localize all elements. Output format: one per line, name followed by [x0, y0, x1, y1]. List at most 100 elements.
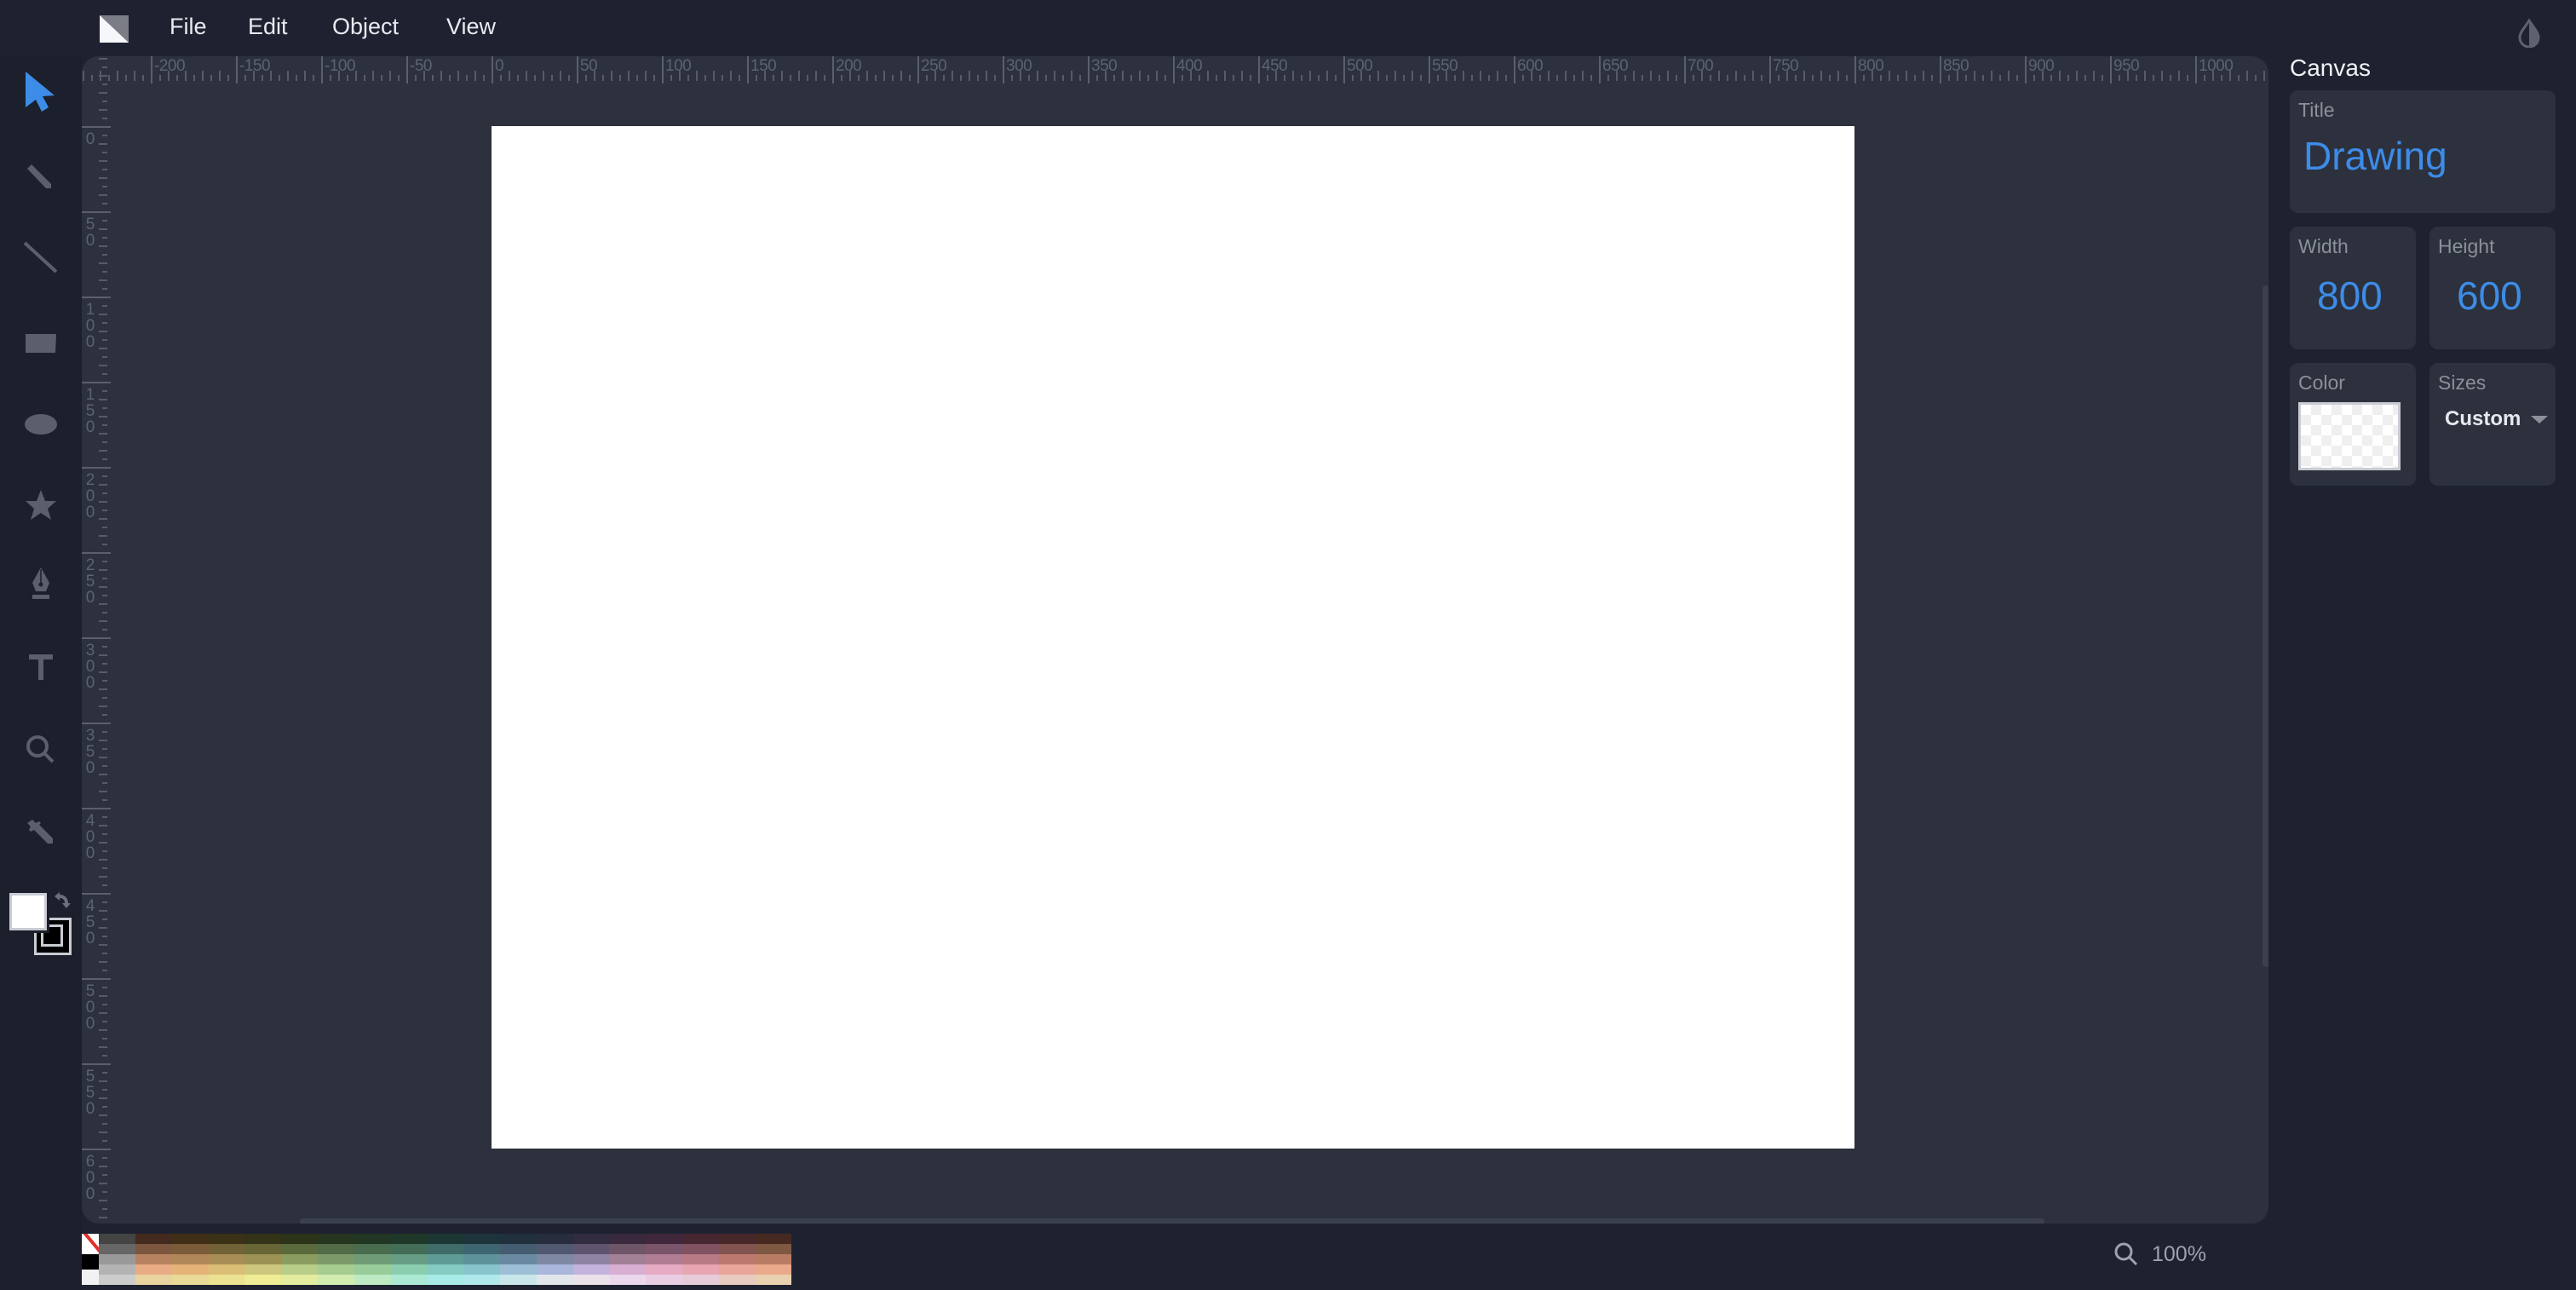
tool-pen[interactable]: [15, 559, 66, 610]
palette-swatch[interactable]: [135, 1275, 172, 1285]
palette-swatch[interactable]: [99, 1264, 135, 1275]
theme-toggle-icon[interactable]: [2516, 19, 2542, 48]
palette-swatch[interactable]: [244, 1244, 282, 1254]
palette-swatch[interactable]: [646, 1244, 682, 1254]
swap-colors-icon[interactable]: [51, 890, 73, 912]
palette-swatch[interactable]: [281, 1244, 318, 1254]
palette-swatch[interactable]: [317, 1264, 354, 1275]
color-field[interactable]: Color: [2290, 363, 2416, 486]
fill-color-swatch[interactable]: [9, 893, 47, 930]
palette-swatch[interactable]: [609, 1275, 647, 1285]
palette-swatch[interactable]: [755, 1264, 792, 1275]
palette-swatch[interactable]: [281, 1264, 318, 1275]
zoom-level[interactable]: 100%: [2152, 1242, 2206, 1267]
palette-swatch[interactable]: [499, 1275, 537, 1285]
height-input[interactable]: 600: [2457, 273, 2522, 319]
palette-swatch[interactable]: [646, 1264, 682, 1275]
palette-swatch[interactable]: [646, 1275, 682, 1285]
menu-file[interactable]: File: [170, 14, 207, 40]
palette-swatch[interactable]: [317, 1234, 354, 1244]
palette-swatch[interactable]: [208, 1234, 245, 1244]
palette-swatch[interactable]: [536, 1254, 573, 1264]
palette-swatch[interactable]: [755, 1254, 792, 1264]
palette-swatch[interactable]: [390, 1264, 428, 1275]
title-input[interactable]: Drawing: [2303, 133, 2447, 179]
palette-swatch[interactable]: [427, 1254, 464, 1264]
palette-swatch[interactable]: [171, 1254, 209, 1264]
palette-swatch[interactable]: [171, 1244, 209, 1254]
palette-swatch[interactable]: [681, 1254, 719, 1264]
palette-swatch[interactable]: [718, 1234, 756, 1244]
palette-swatch[interactable]: [99, 1254, 135, 1264]
menu-object[interactable]: Object: [332, 14, 399, 40]
palette-swatch[interactable]: [427, 1275, 464, 1285]
palette-swatch[interactable]: [463, 1244, 500, 1254]
palette-swatch[interactable]: [499, 1234, 537, 1244]
palette-swatch[interactable]: [718, 1275, 756, 1285]
palette-swatch[interactable]: [463, 1264, 500, 1275]
palette-swatch[interactable]: [390, 1275, 428, 1285]
palette-swatch[interactable]: [354, 1254, 391, 1264]
palette-swatch[interactable]: [208, 1275, 245, 1285]
canvas-color-swatch[interactable]: [2298, 402, 2401, 470]
tool-select[interactable]: [15, 68, 66, 119]
palette-swatch[interactable]: [427, 1234, 464, 1244]
palette-swatch[interactable]: [755, 1275, 792, 1285]
palette-swatch[interactable]: [317, 1275, 354, 1285]
palette-swatch[interactable]: [99, 1275, 135, 1285]
palette-swatch[interactable]: [135, 1254, 172, 1264]
tool-pencil[interactable]: [15, 152, 66, 203]
palette-swatch[interactable]: [427, 1244, 464, 1254]
zoom-indicator[interactable]: 100%: [2113, 1241, 2206, 1268]
palette-swatch[interactable]: [463, 1234, 500, 1244]
palette-swatch[interactable]: [317, 1244, 354, 1254]
palette-swatch[interactable]: [281, 1254, 318, 1264]
tool-rectangle[interactable]: [15, 317, 66, 368]
palette-swatch[interactable]: [572, 1244, 610, 1254]
palette-swatch[interactable]: [681, 1264, 719, 1275]
palette-swatch[interactable]: [244, 1264, 282, 1275]
tool-star[interactable]: [15, 479, 66, 530]
palette-swatch[interactable]: [135, 1244, 172, 1254]
height-field[interactable]: Height 600: [2429, 227, 2556, 349]
palette-swatch[interactable]: [208, 1244, 245, 1254]
tool-eyedropper[interactable]: [15, 806, 66, 857]
palette-swatch[interactable]: [390, 1244, 428, 1254]
palette-swatch[interactable]: [463, 1275, 500, 1285]
palette-swatch[interactable]: [646, 1254, 682, 1264]
palette-swatch[interactable]: [536, 1234, 573, 1244]
horizontal-scrollbar[interactable]: [300, 1218, 2044, 1224]
width-field[interactable]: Width 800: [2290, 227, 2416, 349]
tool-line[interactable]: [15, 233, 66, 285]
palette-swatch[interactable]: [244, 1254, 282, 1264]
palette-swatch[interactable]: [354, 1234, 391, 1244]
sizes-dropdown[interactable]: Custom: [2445, 407, 2549, 431]
workspace[interactable]: -200 -150 -100 -50 0 50 100 150 200 250 300 350 400 4…: [82, 56, 2268, 1224]
palette-swatch[interactable]: [536, 1264, 573, 1275]
palette-swatch[interactable]: [536, 1244, 573, 1254]
palette-swatch[interactable]: [499, 1264, 537, 1275]
palette-swatch[interactable]: [244, 1234, 282, 1244]
palette-swatch[interactable]: [572, 1254, 610, 1264]
palette-swatch[interactable]: [572, 1264, 610, 1275]
sizes-field[interactable]: Sizes Custom: [2429, 363, 2556, 486]
palette-swatch[interactable]: [354, 1264, 391, 1275]
palette-swatch[interactable]: [354, 1275, 391, 1285]
palette-swatch[interactable]: [681, 1244, 719, 1254]
palette-swatch[interactable]: [463, 1254, 500, 1264]
vertical-scrollbar[interactable]: [2263, 285, 2268, 967]
palette-swatch[interactable]: [609, 1254, 647, 1264]
palette-swatch-white[interactable]: [82, 1270, 99, 1285]
tool-text[interactable]: [15, 641, 66, 692]
palette-swatch[interactable]: [390, 1254, 428, 1264]
palette-swatch[interactable]: [208, 1264, 245, 1275]
palette-swatch[interactable]: [681, 1234, 719, 1244]
tool-zoom[interactable]: [15, 724, 66, 775]
drawing-canvas[interactable]: [492, 126, 1854, 1149]
palette-swatch[interactable]: [755, 1244, 792, 1254]
palette-swatch[interactable]: [354, 1244, 391, 1254]
palette-swatch[interactable]: [572, 1234, 610, 1244]
menu-edit[interactable]: Edit: [248, 14, 288, 40]
palette-swatch[interactable]: [390, 1234, 428, 1244]
palette-swatch[interactable]: [572, 1275, 610, 1285]
